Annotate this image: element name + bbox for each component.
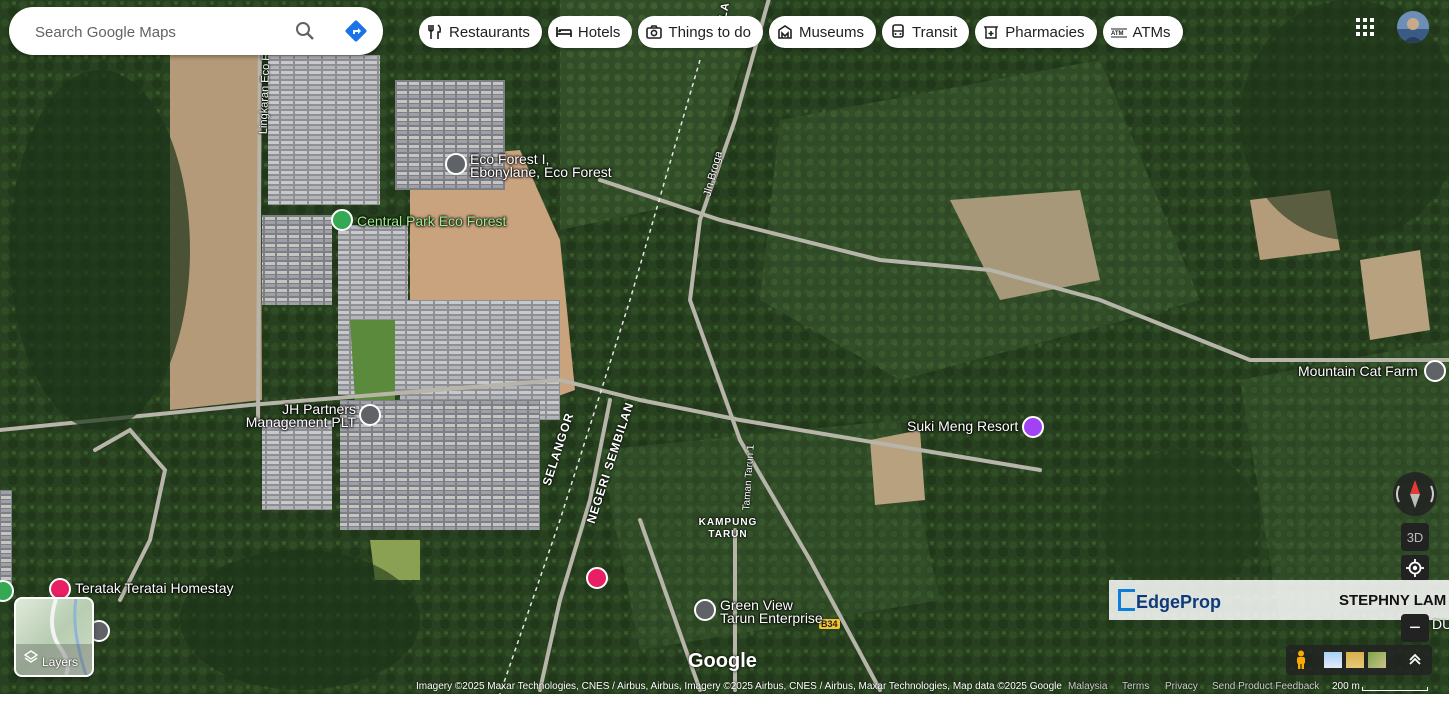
- place-label-eco-forest[interactable]: Eco Forest I, Ebonylane, Eco Forest: [470, 152, 620, 179]
- layers-label: Layers: [42, 655, 79, 669]
- chip-label: Things to do: [668, 23, 751, 41]
- atm-icon: ATM: [1110, 24, 1127, 40]
- scale-bar: [1362, 687, 1428, 691]
- tilt-3d-button[interactable]: 3D: [1401, 523, 1429, 551]
- my-location-icon: [1406, 559, 1424, 577]
- country-link[interactable]: Malaysia: [1068, 681, 1107, 692]
- compass-icon: [1396, 480, 1434, 508]
- chip-atms[interactable]: ATM ATMs: [1102, 16, 1183, 48]
- chip-hotels[interactable]: Hotels: [547, 16, 633, 48]
- scale-label[interactable]: 200 m: [1332, 681, 1360, 692]
- zoom-out-label: −: [1409, 616, 1421, 639]
- place-label-mountain-cat[interactable]: Mountain Cat Farm: [1298, 364, 1418, 378]
- place-label-central-park[interactable]: Central Park Eco Forest: [357, 214, 506, 228]
- place-pin-eco-forest[interactable]: [445, 153, 467, 175]
- place-pin-mountain-cat[interactable]: [1424, 360, 1446, 382]
- map-footer: Imagery ©2025 Maxar Technologies, CNES /…: [0, 680, 1449, 694]
- pharmacy-icon: [983, 24, 999, 40]
- chip-transit[interactable]: Transit: [882, 16, 970, 48]
- place-label-teratak[interactable]: Teratak Teratai Homestay: [75, 581, 233, 595]
- hotel-pin-kampung[interactable]: [586, 567, 608, 589]
- hotel-icon: [555, 24, 572, 40]
- chip-label: Pharmacies: [1005, 23, 1085, 41]
- museum-icon: [777, 24, 793, 40]
- apps-grid-icon[interactable]: [1354, 16, 1376, 38]
- resort-pin-suki-meng[interactable]: [1022, 416, 1044, 438]
- chip-label: Museums: [798, 23, 864, 41]
- imagery-thumbnail-2[interactable]: [1346, 652, 1364, 668]
- directions-icon[interactable]: [344, 19, 368, 43]
- pegman-icon[interactable]: [1294, 650, 1308, 675]
- imagery-thumbnail-1[interactable]: [1324, 652, 1342, 668]
- google-logo: Google: [688, 650, 757, 672]
- layers-icon: [23, 650, 39, 669]
- chip-pharmacies[interactable]: Pharmacies: [975, 16, 1097, 48]
- chip-label: Restaurants: [449, 23, 530, 41]
- place-label-green-view[interactable]: Green View Tarun Enterprise: [720, 598, 830, 625]
- camera-icon: [646, 24, 663, 40]
- bottom-right-tools: [1286, 645, 1432, 675]
- transit-icon: [890, 24, 906, 40]
- expand-up-icon[interactable]: [1408, 652, 1422, 671]
- chip-label: ATMs: [1132, 23, 1171, 41]
- chip-things-to-do[interactable]: Things to do: [638, 16, 763, 48]
- terms-link[interactable]: Terms: [1122, 681, 1149, 692]
- edgeprop-logo: EdgeProp: [1118, 589, 1221, 613]
- imagery-attribution: Imagery ©2025 Maxar Technologies, CNES /…: [416, 681, 1062, 692]
- park-pin-central[interactable]: [331, 209, 353, 231]
- du-text: DU: [1432, 616, 1449, 632]
- three-d-label: 3D: [1406, 529, 1424, 545]
- place-label-jh-partners[interactable]: JH Partners Management PLT: [244, 402, 356, 429]
- category-chips: Restaurants Hotels Things to do Museums …: [419, 16, 1183, 48]
- road-label-kampung: KAMPUNG TARUN: [698, 517, 758, 540]
- svg-text:ATM: ATM: [1111, 31, 1124, 37]
- chip-label: Hotels: [577, 23, 621, 41]
- watermark-ad-bar: EdgeProp STEPHNY LAM: [1109, 580, 1449, 620]
- imagery-thumbnail-3[interactable]: [1368, 652, 1386, 668]
- place-label-suki-meng[interactable]: Suki Meng Resort: [907, 419, 1018, 433]
- search-input[interactable]: [33, 19, 287, 45]
- agent-name: STEPHNY LAM: [1339, 592, 1447, 609]
- place-pin-green-view[interactable]: [694, 599, 716, 621]
- zoom-out-button[interactable]: −: [1401, 614, 1429, 642]
- search-icon[interactable]: [293, 19, 317, 43]
- layers-button[interactable]: Layers: [14, 597, 94, 677]
- chip-restaurants[interactable]: Restaurants: [419, 16, 542, 48]
- my-location-button[interactable]: [1401, 555, 1429, 581]
- search-box[interactable]: [9, 7, 383, 55]
- place-pin-jh-partners[interactable]: [359, 404, 381, 426]
- chip-museums[interactable]: Museums: [768, 16, 876, 48]
- feedback-link[interactable]: Send Product Feedback: [1212, 681, 1319, 692]
- chip-label: Transit: [912, 23, 958, 41]
- privacy-link[interactable]: Privacy: [1165, 681, 1198, 692]
- account-avatar[interactable]: [1397, 11, 1429, 43]
- compass-control[interactable]: [1393, 472, 1437, 516]
- restaurant-icon: [427, 24, 443, 40]
